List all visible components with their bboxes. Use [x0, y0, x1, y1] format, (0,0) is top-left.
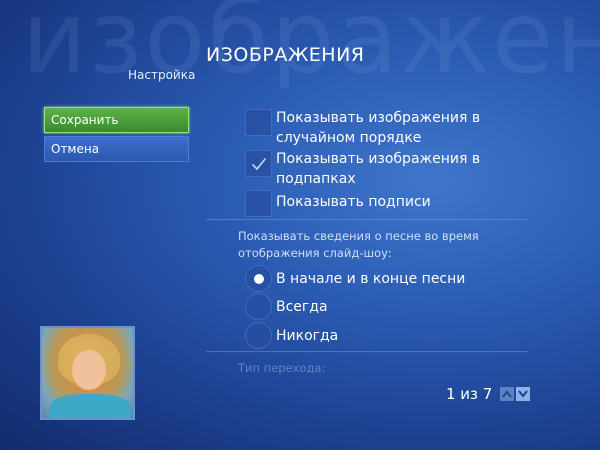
transition-type-label: Тип перехода:	[238, 361, 326, 375]
radio-start-end[interactable]: В начале и в конце песни	[245, 265, 535, 292]
save-button[interactable]: Сохранить	[44, 107, 189, 133]
checkmark-icon	[251, 157, 267, 171]
page-counter: 1 из 7	[446, 385, 493, 403]
pager: 1 из 7	[446, 385, 531, 403]
breadcrumb: Настройка	[128, 68, 196, 82]
checkbox-box[interactable]	[245, 190, 272, 217]
radio-never[interactable]: Никогда	[245, 322, 535, 349]
divider	[206, 219, 528, 220]
slideshow-thumbnail	[40, 326, 135, 420]
divider	[206, 351, 528, 352]
radio-never-label: Никогда	[276, 327, 339, 344]
cancel-button[interactable]: Отмена	[44, 136, 189, 162]
checkbox-box[interactable]	[245, 109, 272, 136]
radio-button[interactable]	[245, 293, 272, 320]
checkbox-shuffle-label: Показывать изображения в случайном поряд…	[276, 110, 481, 146]
checkbox-shuffle[interactable]: Показывать изображения в случайном поряд…	[245, 108, 535, 148]
checkbox-subfolders[interactable]: Показывать изображения в подпапках	[245, 149, 535, 189]
song-info-label: Показывать сведения о песне во время ото…	[238, 229, 479, 260]
radio-start-end-label: В начале и в конце песни	[276, 270, 466, 287]
arrow-up-icon[interactable]	[500, 387, 515, 401]
page-title: ИЗОБРАЖЕНИЯ	[206, 44, 365, 66]
checkbox-captions-label: Показывать подписи	[276, 194, 431, 210]
radio-button[interactable]	[245, 265, 272, 292]
checkbox-subfolders-label: Показывать изображения в подпапках	[276, 151, 481, 187]
checkbox-captions[interactable]: Показывать подписи	[245, 189, 535, 217]
radio-selected-dot	[253, 273, 264, 284]
checkbox-box[interactable]	[245, 150, 272, 177]
radio-button[interactable]	[245, 322, 272, 349]
radio-always-label: Всегда	[276, 298, 328, 315]
arrow-down-icon[interactable]	[516, 387, 531, 401]
radio-always[interactable]: Всегда	[245, 293, 535, 320]
